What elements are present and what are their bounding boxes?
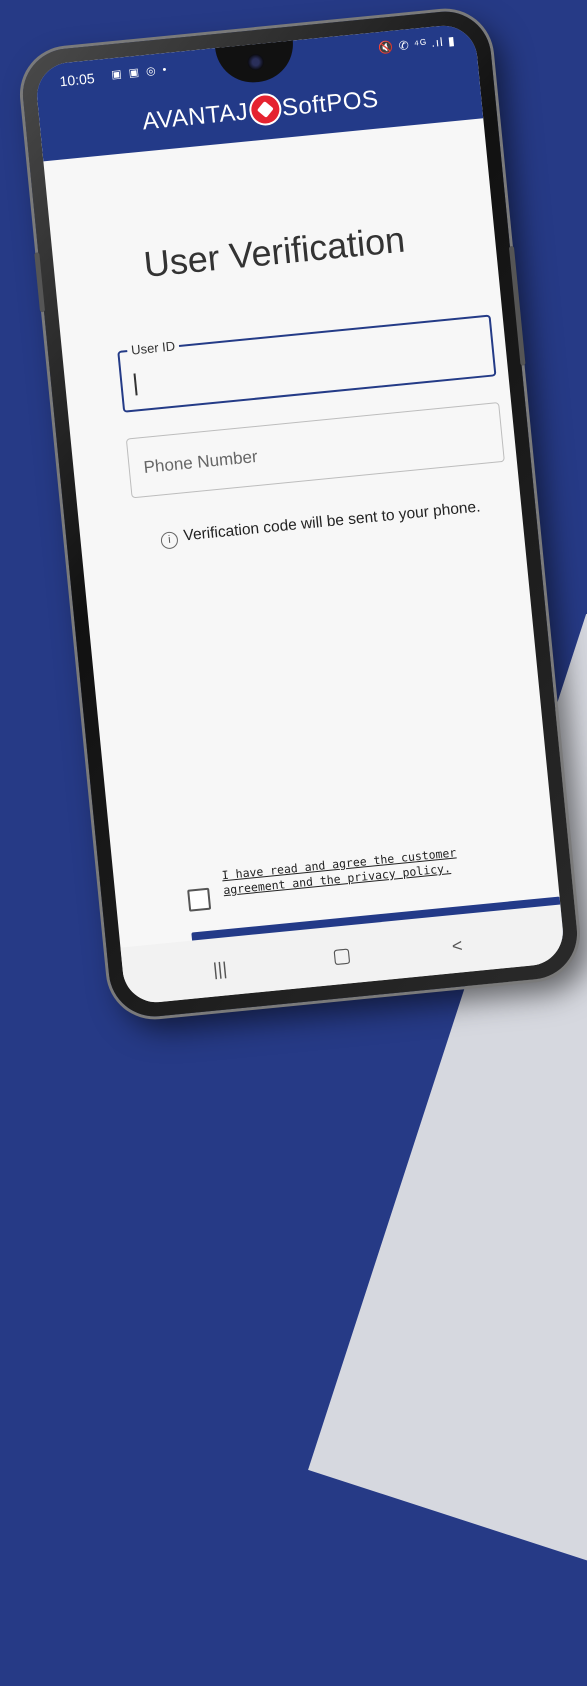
app-header: 10:05 ▣ ▣ ◎ • 🔇 ✆ ⁴ᴳ .ıl ▮ AVANTAJ SoftPO… xyxy=(33,22,484,162)
agreement-link[interactable]: I have read and agree the customer agree… xyxy=(221,844,473,898)
phone-volume-button xyxy=(34,252,46,313)
user-id-field[interactable]: User ID xyxy=(117,314,497,413)
home-icon[interactable]: ▢ xyxy=(331,942,352,969)
status-signal-icons: 🔇 ✆ ⁴ᴳ .ıl ▮ xyxy=(377,33,457,56)
back-icon[interactable]: < xyxy=(451,935,464,957)
recents-icon[interactable]: ||| xyxy=(212,958,228,980)
phone-number-placeholder: Phone Number xyxy=(142,446,259,477)
text-cursor xyxy=(133,373,138,396)
verification-hint: i Verification code will be sent to your … xyxy=(160,498,482,550)
agreement-row: I have read and agree the customer agree… xyxy=(173,841,501,912)
camera-notch xyxy=(215,40,297,86)
phone-side-button xyxy=(508,245,526,366)
user-id-label: User ID xyxy=(126,338,180,359)
app-logo: AVANTAJ SoftPOS xyxy=(39,74,482,146)
agreement-checkbox[interactable] xyxy=(187,887,212,912)
phone-screen: 10:05 ▣ ▣ ◎ • 🔇 ✆ ⁴ᴳ .ıl ▮ AVANTAJ SoftPO… xyxy=(33,22,567,1006)
brand-name-right: SoftPOS xyxy=(280,85,380,122)
camera-icon xyxy=(246,53,265,71)
info-icon: i xyxy=(160,531,179,550)
brand-logo-icon xyxy=(249,94,281,125)
verification-hint-text: Verification code will be sent to your p… xyxy=(182,498,482,545)
status-time: 10:05 xyxy=(58,70,96,90)
phone-number-field[interactable]: Phone Number xyxy=(125,402,505,499)
brand-name-left: AVANTAJ xyxy=(141,98,250,136)
phone-device: 10:05 ▣ ▣ ◎ • 🔇 ✆ ⁴ᴳ .ıl ▮ AVANTAJ SoftPO… xyxy=(18,7,582,1021)
page-title: User Verification xyxy=(141,218,407,285)
status-notification-icons: ▣ ▣ ◎ • xyxy=(110,63,170,82)
